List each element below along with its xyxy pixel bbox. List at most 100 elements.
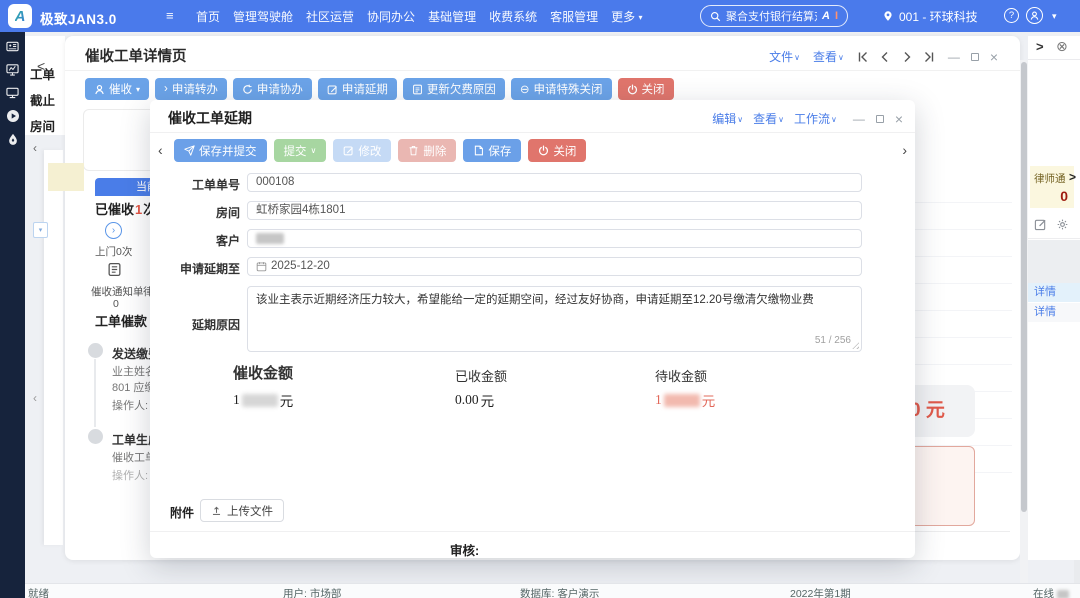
minimize-icon[interactable]: —	[948, 50, 960, 64]
caret-down-icon: ▾	[638, 13, 642, 22]
app-logo[interactable]: A	[8, 4, 32, 28]
status-user: 用户: 市场部	[283, 586, 341, 598]
topbar: A 极致JAN3.0 ≡ 首页 管理驾驶舱 社区运营 协同办公 基础管理 收费系…	[0, 0, 1080, 32]
right-side-strip: > ⊗ 律师通 > 0 详情 详情	[1028, 36, 1080, 560]
workflow-menu[interactable]: 工作流∨	[794, 110, 837, 127]
customer-input[interactable]	[247, 229, 862, 248]
upload-file-button[interactable]: 上传文件	[200, 499, 284, 522]
order-no-input[interactable]: 000108	[247, 173, 862, 192]
nav-home[interactable]: 首页	[196, 8, 220, 25]
file-menu[interactable]: 文件∨	[769, 48, 800, 65]
collapse-chevron-icon[interactable]: ‹	[33, 141, 37, 155]
nav-basic-mgmt[interactable]: 基础管理	[428, 8, 476, 25]
visit-circle-icon[interactable]: ›	[105, 222, 122, 239]
amount-unit: 元	[481, 390, 495, 410]
org-label: 001 - 环球科技	[899, 8, 978, 25]
close-icon[interactable]: ×	[895, 111, 903, 127]
redacted-online-count	[1057, 590, 1069, 598]
apply-transfer-button[interactable]: › 申请转办	[155, 78, 227, 100]
document-icon	[412, 84, 423, 95]
prev-chevron-icon[interactable]: ‹	[158, 142, 163, 158]
special-close-button[interactable]: ⊖ 申请特殊关闭	[511, 78, 612, 100]
notice-doc-icon[interactable]	[107, 262, 122, 277]
close-circle-icon[interactable]: ⊗	[1056, 38, 1068, 55]
view-menu[interactable]: 查看∨	[813, 48, 844, 65]
edit-square-icon	[327, 84, 338, 95]
edit-menu[interactable]: 编辑∨	[712, 110, 743, 127]
mini-dropdown[interactable]: ▾	[33, 222, 48, 238]
submit-button[interactable]: 提交 ∨	[274, 139, 327, 162]
help-icon[interactable]: ?	[1004, 8, 1019, 23]
extend-date-input[interactable]: 2025-12-20	[247, 257, 862, 276]
modify-button[interactable]: 修改	[333, 139, 391, 162]
prev-record-icon[interactable]	[879, 51, 891, 63]
divider	[1028, 238, 1080, 239]
resize-handle[interactable]	[852, 342, 859, 349]
delete-button[interactable]: 删除	[398, 139, 456, 162]
monitor-icon[interactable]	[6, 86, 19, 99]
collect-amount-value: 1 元	[233, 390, 293, 410]
next-chevron-icon[interactable]: ›	[902, 142, 907, 158]
room-label: 房间	[170, 204, 240, 221]
nav-customer-service[interactable]: 客服管理	[550, 8, 598, 25]
redacted-amount	[664, 394, 700, 407]
view-menu[interactable]: 查看∨	[753, 110, 784, 127]
workflow-menu-label: 工作流	[794, 112, 830, 126]
edit-square-icon[interactable]	[1034, 218, 1047, 231]
detail-link[interactable]: 详情	[1028, 303, 1080, 322]
ai-badge-i: I	[835, 10, 838, 22]
user-menu-caret-icon[interactable]: ▾	[1052, 11, 1057, 22]
maximize-icon[interactable]	[971, 53, 979, 61]
reason-textarea[interactable]: 该业主表示近期经济压力较大，希望能给一定的延期空间，经过友好协商，申请延期至12…	[247, 286, 862, 352]
lawyer-badge-count: 0	[1060, 188, 1068, 204]
room-input[interactable]: 虹桥家园4栋1801	[247, 201, 862, 220]
save-button[interactable]: 保存	[463, 139, 521, 162]
apply-assist-button[interactable]: 申请协办	[233, 78, 312, 100]
apply-extend-button[interactable]: 申请延期	[318, 78, 397, 100]
global-search-input[interactable]: 聚合支付银行结算对账 AI	[700, 5, 848, 27]
play-icon[interactable]	[6, 109, 20, 123]
drop-icon[interactable]	[7, 133, 19, 146]
apps-menu-icon[interactable]: ≡	[166, 8, 174, 23]
apply-extend-label: 申请延期	[342, 81, 388, 97]
collected-count-line: 已催收1次	[95, 199, 156, 218]
nav-dashboard[interactable]: 管理驾驶舱	[233, 8, 293, 25]
collapse-chevron-icon[interactable]: ‹	[33, 391, 37, 405]
notice-label: 催收通知单	[91, 284, 144, 299]
minimize-icon[interactable]: —	[853, 112, 865, 126]
presentation-icon[interactable]	[6, 63, 19, 76]
lawyer-letter-badge[interactable]: 律师通 > 0	[1030, 166, 1074, 208]
nav-more[interactable]: 更多 ▾	[611, 8, 642, 25]
next-record-icon[interactable]	[901, 51, 913, 63]
close-dialog-button[interactable]: 关闭	[528, 139, 586, 162]
gear-icon[interactable]	[1056, 218, 1069, 231]
logo-letter: A	[15, 8, 26, 25]
behind-label-deadline: 截止	[30, 90, 55, 109]
rotate-icon	[242, 84, 253, 95]
detail-link[interactable]: 详情	[1028, 283, 1080, 302]
save-and-submit-button[interactable]: 保存并提交	[174, 139, 267, 162]
expand-chevron-icon[interactable]: >	[1036, 39, 1044, 54]
last-record-icon[interactable]	[923, 51, 935, 63]
close-icon[interactable]: ×	[990, 49, 998, 65]
char-counter: 51 / 256	[815, 333, 851, 349]
top-nav: 首页 管理驾驶舱 社区运营 协同办公 基础管理 收费系统 客服管理 更多 ▾	[196, 0, 642, 32]
close-workorder-button[interactable]: 关闭	[618, 78, 674, 100]
user-avatar-icon[interactable]	[1026, 7, 1043, 24]
first-record-icon[interactable]	[857, 51, 869, 63]
dialog-header-controls: 编辑∨ 查看∨ 工作流∨ — ×	[712, 110, 903, 127]
power-icon	[627, 84, 638, 95]
update-reason-button[interactable]: 更新欠费原因	[403, 78, 505, 100]
page-scrollbar[interactable]	[1020, 60, 1028, 583]
nav-collaboration[interactable]: 协同办公	[367, 8, 415, 25]
upload-icon	[211, 505, 222, 516]
caret-down-icon: ∨	[831, 115, 837, 124]
chevron-right-icon: ›	[164, 83, 168, 95]
id-card-icon[interactable]	[6, 40, 19, 53]
maximize-icon[interactable]	[876, 115, 884, 123]
cuishou-button[interactable]: 催收 ▾	[85, 78, 149, 100]
nav-community[interactable]: 社区运营	[306, 8, 354, 25]
org-selector[interactable]: 001 - 环球科技	[882, 0, 978, 32]
nav-billing[interactable]: 收费系统	[489, 8, 537, 25]
scrollbar-thumb[interactable]	[1021, 62, 1027, 512]
